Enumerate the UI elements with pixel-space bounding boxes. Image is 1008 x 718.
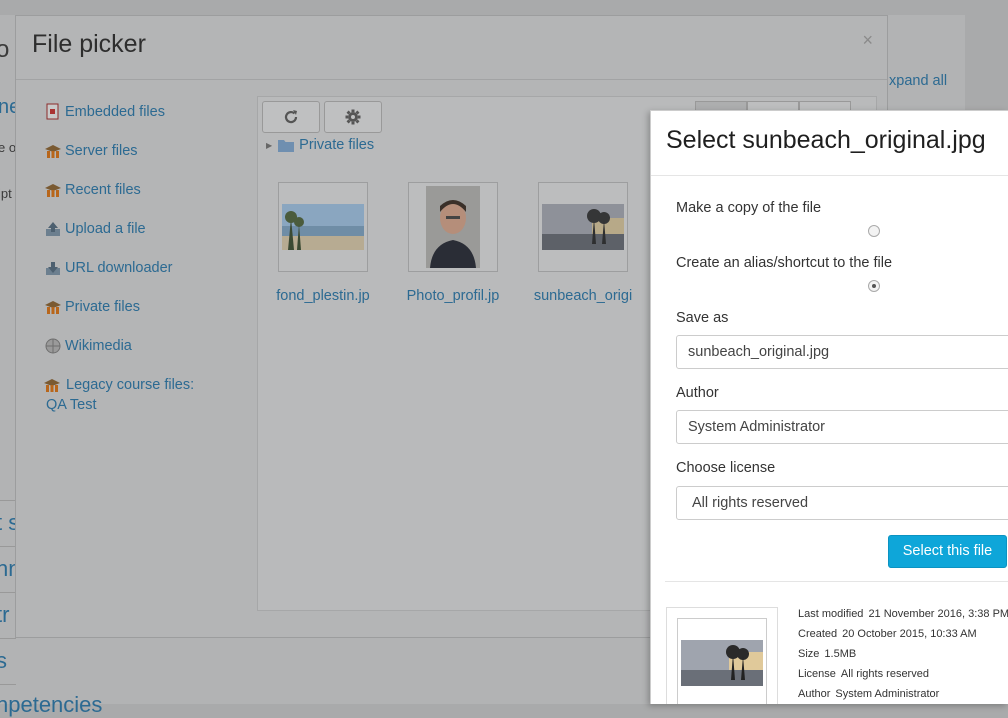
landscape-thumbnail-image [282, 204, 364, 250]
file-name: fond_plestin.jp [276, 288, 370, 304]
meta-created: Created 20 October 2015, 10:33 AM [798, 628, 977, 640]
select-file-dialog: Select sunbeach_original.jpg Make a copy… [650, 110, 1008, 704]
repository-label: Legacy course files: QA Test [46, 377, 195, 413]
gear-icon [345, 109, 361, 125]
copy-option-label: Make a copy of the file [676, 200, 822, 216]
moodle-icon [45, 145, 61, 158]
sunset-preview-image [681, 640, 763, 686]
select-this-file-button[interactable]: Select this file [888, 535, 1007, 568]
repository-url-downloader[interactable]: URL downloader [44, 258, 244, 278]
settings-button[interactable] [324, 101, 382, 133]
alias-file-radio[interactable] [868, 280, 880, 292]
author-input[interactable] [676, 410, 1008, 444]
background-text-fragment: ipt [0, 186, 12, 201]
repository-list: Embedded files Server files Recent files… [44, 102, 244, 434]
repository-embedded-files[interactable]: Embedded files [44, 102, 244, 122]
license-selected-value: All rights reserved [692, 495, 809, 511]
background-section-fragment: npetencies [0, 692, 103, 717]
repository-label: Upload a file [65, 221, 146, 237]
repository-legacy-course-files[interactable]: Legacy course files: QA Test [44, 375, 244, 415]
sunset-thumbnail-image [542, 204, 624, 250]
close-icon[interactable]: × [862, 30, 873, 51]
repository-label: Wikimedia [65, 338, 132, 354]
document-icon [46, 103, 59, 120]
moodle-icon [45, 301, 61, 314]
background-divider [0, 500, 16, 501]
folder-icon [278, 139, 295, 152]
download-icon [46, 262, 60, 275]
file-thumbnail [278, 182, 368, 272]
file-item[interactable]: fond_plestin.jp [268, 182, 378, 304]
refresh-icon [284, 110, 298, 124]
repository-label: URL downloader [65, 260, 173, 276]
background-text-fragment: e o [0, 140, 17, 155]
copy-file-radio[interactable] [868, 225, 880, 237]
moodle-icon [45, 184, 61, 197]
background-divider [0, 684, 16, 685]
file-name: sunbeach_origi [533, 288, 633, 304]
background-divider [0, 592, 16, 593]
meta-last-modified: Last modified 21 November 2016, 3:38 PM [798, 608, 1008, 620]
file-picker-header: File picker × [16, 16, 887, 80]
meta-author: Author System Administrator [798, 688, 940, 700]
repository-recent-files[interactable]: Recent files [44, 180, 244, 200]
meta-license: License All rights reserved [798, 668, 929, 680]
save-as-label: Save as [676, 310, 729, 326]
author-label: Author [676, 385, 719, 401]
file-preview [666, 607, 778, 704]
expand-all-link[interactable]: xpand all [889, 73, 947, 89]
background-section-fragment: tr [0, 602, 10, 627]
expand-arrow-icon[interactable]: ▶ [266, 141, 272, 150]
breadcrumb-private-files[interactable]: Private files [299, 137, 374, 153]
repository-label: Server files [65, 143, 138, 159]
repository-wikimedia[interactable]: Wikimedia [44, 336, 244, 356]
meta-size: Size 1.5MB [798, 648, 857, 660]
background-divider [0, 546, 16, 547]
background-divider [0, 638, 16, 639]
file-thumbnail [408, 182, 498, 272]
save-as-input[interactable] [676, 335, 1008, 369]
license-select[interactable]: All rights reserved [676, 486, 1008, 520]
alias-option-label: Create an alias/shortcut to the file [676, 255, 893, 271]
portrait-thumbnail-image [426, 186, 480, 268]
repository-upload-file[interactable]: Upload a file [44, 219, 244, 239]
license-label: Choose license [676, 460, 776, 476]
repository-label: Embedded files [65, 104, 165, 120]
file-thumbnail [538, 182, 628, 272]
breadcrumb: ▶ Private files [266, 137, 374, 153]
file-metadata: Last modified 21 November 2016, 3:38 PM C… [798, 607, 1008, 704]
background-section-fragment: s [0, 648, 7, 673]
repository-server-files[interactable]: Server files [44, 141, 244, 161]
file-name: Photo_profil.jp [406, 288, 500, 304]
select-file-header: Select sunbeach_original.jpg [651, 111, 1008, 176]
file-preview-thumbnail [677, 618, 767, 704]
divider [665, 581, 1008, 582]
repository-label: Private files [65, 299, 140, 315]
upload-icon [46, 222, 60, 236]
globe-icon [45, 338, 61, 354]
background-heading-fragment: o [0, 36, 10, 63]
file-picker-title: File picker [32, 30, 146, 58]
refresh-button[interactable] [262, 101, 320, 133]
select-file-title: Select sunbeach_original.jpg [666, 126, 986, 154]
file-item[interactable]: Photo_profil.jp [398, 182, 508, 304]
file-item[interactable]: sunbeach_origi [528, 182, 638, 304]
repository-private-files[interactable]: Private files [44, 297, 244, 317]
repository-label: Recent files [65, 182, 141, 198]
